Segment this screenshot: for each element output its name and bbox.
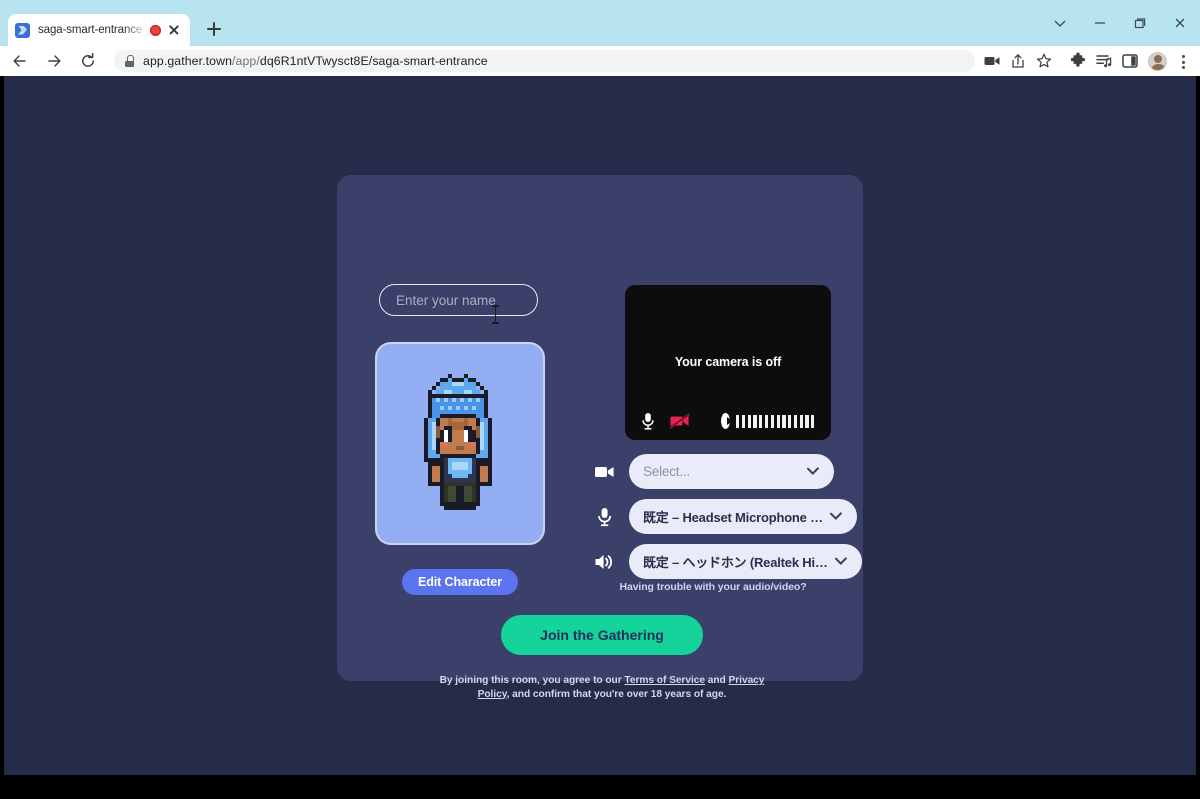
- url-tail: /saga-smart-entrance: [368, 54, 488, 68]
- audio-output-select[interactable]: 既定 – ヘッドホン (Realtek Hi…: [629, 544, 862, 579]
- legal-line2-b: , and confirm that you're over 18 years …: [506, 688, 727, 700]
- camera-controls-bar: [625, 411, 831, 431]
- camera-status-text: Your camera is off: [674, 355, 782, 369]
- browser-tab[interactable]: saga-smart-entrance | Gathe: [8, 14, 190, 46]
- avatar-preview[interactable]: [375, 342, 545, 545]
- reload-icon[interactable]: [74, 47, 102, 75]
- audio-input-select[interactable]: 既定 – Headset Microphone …: [629, 499, 857, 534]
- gather-entry-card: Edit Character Your camera is off: [337, 175, 863, 700]
- tab-close-icon[interactable]: [165, 21, 183, 39]
- legal-line1-b: and: [704, 675, 726, 686]
- video-device-row: Select...: [592, 454, 834, 489]
- text-cursor-icon: [492, 305, 499, 324]
- trouble-link[interactable]: Having trouble with your audio/video?: [592, 581, 834, 593]
- url-id: dq6R1ntVTwysct8E: [259, 54, 369, 68]
- side-panel-icon[interactable]: [1117, 48, 1143, 74]
- legal-text: By joining this room, you agree to our T…: [432, 674, 772, 701]
- tab-title: saga-smart-entrance | Gathe: [38, 24, 148, 36]
- bookmark-star-icon[interactable]: [1031, 48, 1057, 74]
- reading-list-icon[interactable]: [1091, 48, 1117, 74]
- browser-window: saga-smart-entrance | Gathe: [0, 0, 1200, 799]
- microphone-icon: [592, 505, 618, 529]
- screencast-icon[interactable]: [979, 48, 1005, 74]
- recording-dot-icon: [150, 24, 161, 36]
- address-bar[interactable]: app.gather.town/app/dq6R1ntVTwysct8E/sag…: [114, 50, 975, 72]
- browser-toolbar: app.gather.town/app/dq6R1ntVTwysct8E/sag…: [0, 46, 1200, 76]
- video-device-value: Select...: [643, 464, 690, 479]
- microphone-icon[interactable]: [639, 411, 657, 431]
- back-arrow-icon[interactable]: [6, 47, 34, 75]
- chevron-down-icon: [806, 465, 820, 479]
- profile-avatar[interactable]: [1148, 51, 1167, 71]
- chevron-down-icon[interactable]: [1040, 7, 1080, 39]
- url-text: app.gather.town/app/dq6R1ntVTwysct8E/sag…: [143, 54, 488, 68]
- window-close-icon[interactable]: [1160, 7, 1200, 39]
- forward-arrow-icon[interactable]: [40, 47, 68, 75]
- lock-icon: [124, 55, 135, 67]
- window-controls: [1040, 6, 1200, 40]
- legal-line1-a: By joining this room, you agree to our: [439, 675, 625, 686]
- toolbar-icons: [979, 48, 1200, 74]
- audio-level-meter: [736, 414, 817, 428]
- audio-input-value: 既定 – Headset Microphone …: [643, 510, 823, 525]
- share-icon[interactable]: [1005, 48, 1031, 74]
- camera-preview: Your camera is off: [625, 285, 831, 440]
- extensions-puzzle-icon[interactable]: [1065, 48, 1091, 74]
- speaker-icon: [592, 550, 618, 574]
- tab-strip: saga-smart-entrance | Gathe: [0, 6, 1040, 46]
- url-path: /app/: [232, 54, 260, 68]
- gather-favicon-icon: [15, 22, 30, 38]
- camera-off-icon[interactable]: [669, 411, 691, 431]
- restore-icon[interactable]: [1120, 7, 1160, 39]
- page-viewport: Edit Character Your camera is off: [4, 76, 1196, 775]
- minimize-icon[interactable]: [1080, 7, 1120, 39]
- play-icon[interactable]: [721, 413, 733, 429]
- chevron-down-icon: [834, 555, 848, 569]
- join-the-gathering-button[interactable]: Join the Gathering: [501, 615, 703, 655]
- audio-input-row: 既定 – Headset Microphone …: [592, 499, 857, 534]
- edit-character-button[interactable]: Edit Character: [402, 569, 518, 595]
- browser-titlebar: saga-smart-entrance | Gathe: [0, 0, 1200, 46]
- pixel-avatar-icon: [412, 373, 508, 514]
- video-device-select[interactable]: Select...: [629, 454, 834, 489]
- terms-of-service-link[interactable]: Terms of Service: [624, 675, 705, 686]
- audio-output-row: 既定 – ヘッドホン (Realtek Hi…: [592, 544, 862, 579]
- url-host: app.gather.town: [143, 54, 233, 68]
- three-dot-menu-icon[interactable]: [1172, 48, 1194, 74]
- new-tab-button[interactable]: [200, 15, 228, 43]
- chevron-down-icon: [829, 510, 843, 524]
- bottom-black-bar: [0, 775, 1200, 799]
- audio-output-value: 既定 – ヘッドホン (Realtek Hi…: [643, 555, 828, 570]
- name-input[interactable]: [379, 284, 538, 316]
- video-camera-icon: [592, 460, 618, 484]
